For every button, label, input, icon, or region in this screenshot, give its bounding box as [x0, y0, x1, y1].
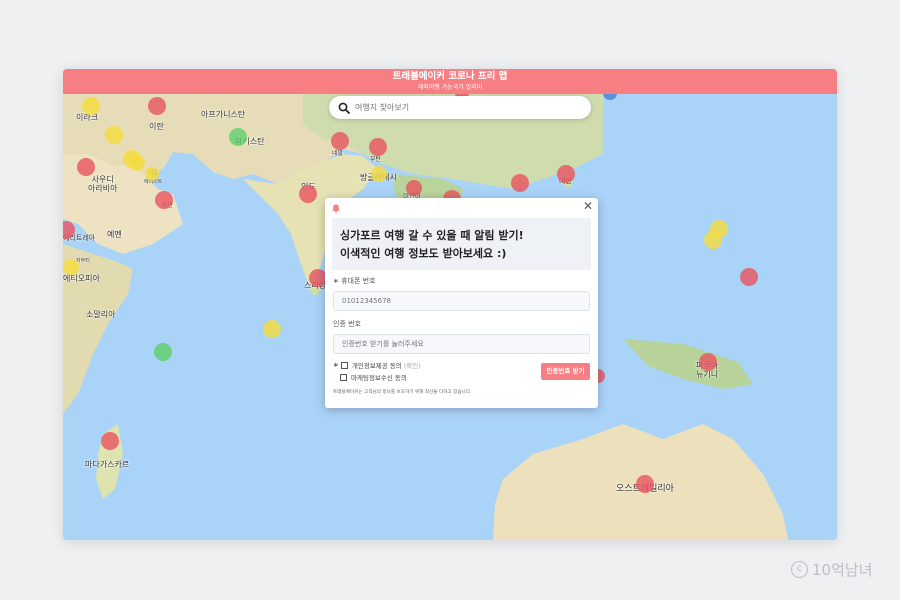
required-mark: ∗ [333, 277, 342, 285]
consent-personal-row: ∗ 개인정보제공 동의 (확인) [333, 360, 421, 370]
consent-confirm-link[interactable]: (확인) [404, 360, 421, 370]
app-subtitle: 해외여행 가능국가 알리미 [417, 84, 483, 91]
label-madagascar: 마다가스카르 [85, 460, 130, 469]
marker-red[interactable] [557, 165, 575, 183]
label-somalia: 소말리아 [86, 310, 116, 319]
marker-yellow[interactable] [129, 155, 145, 171]
search-bar[interactable] [329, 96, 591, 119]
marker-red[interactable] [299, 185, 317, 203]
consent-personal-checkbox[interactable] [340, 361, 348, 369]
consent-marketing-label: 마케팅정보수신 동의 [351, 374, 407, 382]
marker-yellow[interactable] [63, 259, 79, 275]
marker-red[interactable] [740, 268, 758, 286]
marker-red[interactable] [511, 174, 529, 192]
modal-banner: 싱가포르 여행 갈 수 있을 때 알림 받기! 이색적인 여행 정보도 받아보세… [332, 218, 591, 270]
phone-label-text: 휴대폰 번호 [341, 277, 376, 285]
label-saudi: 사우디 아라비아 [88, 175, 118, 193]
label-nepal: 네팔 [332, 150, 344, 157]
marker-yellow[interactable] [105, 126, 123, 144]
code-label: 인증 번호 [333, 320, 361, 328]
phone-input[interactable] [333, 291, 590, 311]
marker-red[interactable] [155, 191, 173, 209]
marker-red[interactable] [331, 132, 349, 150]
search-icon [338, 102, 350, 114]
marker-yellow[interactable] [263, 320, 281, 338]
watermark: c 10억남녀 [791, 559, 873, 580]
land-papua [623, 339, 753, 389]
app-header: 트래블메이커 코로나 프리 맵 해외여행 가능국가 알리미 [63, 69, 837, 94]
label-iran: 이란 [149, 122, 164, 131]
consent-marketing-checkbox[interactable] [340, 373, 347, 381]
marker-green[interactable] [154, 343, 172, 361]
banner-subtitle: 이색적인 여행 정보도 받아보세요 :) [340, 247, 507, 260]
marker-red[interactable] [77, 158, 95, 176]
marker-red[interactable] [406, 180, 422, 196]
marker-yellow[interactable] [145, 167, 159, 181]
consent-marketing-row: 마케팅정보수신 동의 [338, 372, 407, 382]
marker-red[interactable] [636, 475, 654, 493]
notification-modal: ✕ 싱가포르 여행 갈 수 있을 때 알림 받기! 이색적인 여행 정보도 받아… [325, 198, 598, 408]
label-yemen: 예멘 [107, 230, 122, 239]
marker-green[interactable] [229, 128, 247, 146]
marker-red[interactable] [101, 432, 119, 450]
marker-red[interactable] [699, 353, 717, 371]
label-afghanistan: 아프가니스탄 [201, 110, 246, 119]
marker-yellow[interactable] [82, 97, 100, 115]
privacy-note: 트래블메이커는 고객님의 정보를 보호하기 위해 최선을 다하고 있습니다. [333, 390, 472, 395]
copyright-icon: c [791, 561, 808, 578]
required-mark: ∗ [333, 361, 339, 369]
label-ethiopia: 에티오피아 [63, 274, 100, 283]
marker-red[interactable] [369, 138, 387, 156]
consent-personal-label: 개인정보제공 동의 [351, 362, 402, 370]
close-button[interactable]: ✕ [582, 200, 594, 212]
banner-title: 싱가포르 여행 갈 수 있을 때 알림 받기! [340, 229, 524, 242]
marker-yellow[interactable] [371, 166, 387, 182]
request-code-button[interactable]: 인증번호 받기 [541, 363, 590, 380]
app-title: 트래블메이커 코로나 프리 맵 [392, 71, 508, 82]
marker-yellow[interactable] [704, 231, 722, 249]
phone-label: ∗ 휴대폰 번호 [333, 276, 376, 286]
search-input[interactable] [355, 103, 555, 112]
marker-red[interactable] [148, 97, 166, 115]
bell-icon [332, 204, 340, 213]
app-window: 트래블메이커 코로나 프리 맵 해외여행 가능국가 알리미 이라크 이란 아프가… [63, 69, 837, 540]
label-bhutan: 부탄 [370, 156, 382, 163]
code-input[interactable] [333, 334, 590, 354]
watermark-text: 10억남녀 [812, 561, 873, 579]
